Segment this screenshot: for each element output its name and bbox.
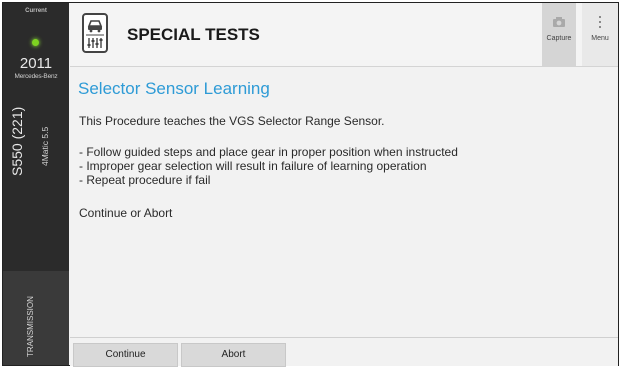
vehicle-sidebar: Current 2011 Mercedes-Benz S550 (221) 4M…	[3, 3, 69, 365]
procedure-title: Selector Sensor Learning	[78, 79, 270, 98]
menu-button[interactable]: Menu	[582, 3, 618, 66]
continue-button[interactable]: Continue	[73, 343, 178, 367]
app-window: Current 2011 Mercedes-Benz S550 (221) 4M…	[2, 2, 619, 367]
procedure-step: - Repeat procedure if fail	[79, 173, 211, 187]
module-label: TRANSMISSION	[26, 296, 35, 357]
vehicle-tests-icon	[82, 13, 108, 53]
vehicle-trim-container: 4Matic 5.5	[40, 96, 54, 166]
procedure-prompt: Continue or Abort	[79, 206, 173, 220]
vehicle-trim: 4Matic 5.5	[40, 126, 50, 166]
abort-button[interactable]: Abort	[181, 343, 286, 367]
camera-icon	[552, 15, 566, 29]
vehicle-model-container: S550 (221)	[9, 96, 31, 176]
procedure-steps: - Follow guided steps and place gear in …	[79, 145, 458, 187]
module-tab[interactable]: TRANSMISSION	[3, 271, 69, 365]
menu-label: Menu	[591, 35, 609, 42]
vehicle-year: 2011	[19, 55, 53, 72]
capture-label: Capture	[546, 35, 572, 42]
vehicle-make: Mercedes-Benz	[14, 73, 58, 80]
vehicle-model: S550 (221)	[9, 106, 25, 176]
procedure-description: This Procedure teaches the VGS Selector …	[79, 114, 385, 128]
procedure-step: - Improper gear selection will result in…	[79, 159, 427, 173]
action-bar: Continue Abort	[70, 337, 618, 367]
overflow-menu-icon	[593, 15, 607, 29]
procedure-panel: Selector Sensor Learning This Procedure …	[70, 67, 618, 337]
current-label: Current	[25, 8, 47, 14]
procedure-step: - Follow guided steps and place gear in …	[79, 145, 458, 159]
capture-button[interactable]: Capture	[542, 3, 576, 66]
connection-status-icon	[32, 39, 39, 46]
header-bar: SPECIAL TESTS Capture Menu	[70, 3, 618, 67]
page-title: SPECIAL TESTS	[127, 25, 260, 44]
